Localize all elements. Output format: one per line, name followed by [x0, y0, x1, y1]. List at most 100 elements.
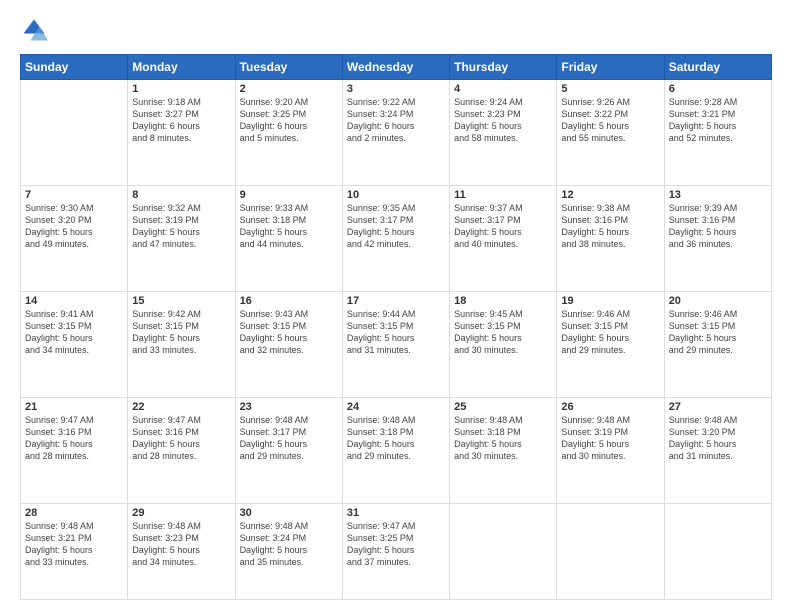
- day-number: 12: [561, 189, 659, 201]
- logo-icon: [20, 16, 48, 44]
- day-number: 7: [25, 189, 123, 201]
- calendar-cell: 1Sunrise: 9:18 AM Sunset: 3:27 PM Daylig…: [128, 80, 235, 186]
- day-number: 29: [132, 507, 230, 519]
- calendar-week-row: 14Sunrise: 9:41 AM Sunset: 3:15 PM Dayli…: [21, 291, 772, 397]
- day-number: 22: [132, 401, 230, 413]
- calendar-week-row: 21Sunrise: 9:47 AM Sunset: 3:16 PM Dayli…: [21, 397, 772, 503]
- day-number: 30: [240, 507, 338, 519]
- calendar-cell: 24Sunrise: 9:48 AM Sunset: 3:18 PM Dayli…: [342, 397, 449, 503]
- day-info: Sunrise: 9:30 AM Sunset: 3:20 PM Dayligh…: [25, 202, 123, 251]
- calendar-cell: 9Sunrise: 9:33 AM Sunset: 3:18 PM Daylig…: [235, 185, 342, 291]
- calendar-week-row: 1Sunrise: 9:18 AM Sunset: 3:27 PM Daylig…: [21, 80, 772, 186]
- calendar-cell: 17Sunrise: 9:44 AM Sunset: 3:15 PM Dayli…: [342, 291, 449, 397]
- day-number: 17: [347, 295, 445, 307]
- day-number: 26: [561, 401, 659, 413]
- weekday-header: Monday: [128, 55, 235, 80]
- day-info: Sunrise: 9:35 AM Sunset: 3:17 PM Dayligh…: [347, 202, 445, 251]
- day-number: 28: [25, 507, 123, 519]
- day-info: Sunrise: 9:20 AM Sunset: 3:25 PM Dayligh…: [240, 96, 338, 145]
- day-number: 11: [454, 189, 552, 201]
- day-info: Sunrise: 9:42 AM Sunset: 3:15 PM Dayligh…: [132, 308, 230, 357]
- day-info: Sunrise: 9:48 AM Sunset: 3:23 PM Dayligh…: [132, 520, 230, 569]
- day-number: 23: [240, 401, 338, 413]
- day-info: Sunrise: 9:45 AM Sunset: 3:15 PM Dayligh…: [454, 308, 552, 357]
- calendar-cell: 30Sunrise: 9:48 AM Sunset: 3:24 PM Dayli…: [235, 503, 342, 599]
- day-info: Sunrise: 9:47 AM Sunset: 3:16 PM Dayligh…: [25, 414, 123, 463]
- day-info: Sunrise: 9:39 AM Sunset: 3:16 PM Dayligh…: [669, 202, 767, 251]
- day-info: Sunrise: 9:28 AM Sunset: 3:21 PM Dayligh…: [669, 96, 767, 145]
- day-info: Sunrise: 9:46 AM Sunset: 3:15 PM Dayligh…: [561, 308, 659, 357]
- calendar-cell: 18Sunrise: 9:45 AM Sunset: 3:15 PM Dayli…: [450, 291, 557, 397]
- day-number: 21: [25, 401, 123, 413]
- calendar-cell: 13Sunrise: 9:39 AM Sunset: 3:16 PM Dayli…: [664, 185, 771, 291]
- day-number: 15: [132, 295, 230, 307]
- day-number: 18: [454, 295, 552, 307]
- logo: [20, 16, 52, 44]
- day-number: 9: [240, 189, 338, 201]
- calendar-cell: 14Sunrise: 9:41 AM Sunset: 3:15 PM Dayli…: [21, 291, 128, 397]
- day-info: Sunrise: 9:18 AM Sunset: 3:27 PM Dayligh…: [132, 96, 230, 145]
- day-number: 1: [132, 83, 230, 95]
- day-info: Sunrise: 9:47 AM Sunset: 3:25 PM Dayligh…: [347, 520, 445, 569]
- day-number: 4: [454, 83, 552, 95]
- day-number: 27: [669, 401, 767, 413]
- day-number: 20: [669, 295, 767, 307]
- calendar-cell: 3Sunrise: 9:22 AM Sunset: 3:24 PM Daylig…: [342, 80, 449, 186]
- day-number: 19: [561, 295, 659, 307]
- calendar-cell: [664, 503, 771, 599]
- day-info: Sunrise: 9:33 AM Sunset: 3:18 PM Dayligh…: [240, 202, 338, 251]
- page: SundayMondayTuesdayWednesdayThursdayFrid…: [0, 0, 792, 612]
- day-info: Sunrise: 9:47 AM Sunset: 3:16 PM Dayligh…: [132, 414, 230, 463]
- calendar-table: SundayMondayTuesdayWednesdayThursdayFrid…: [20, 54, 772, 600]
- day-info: Sunrise: 9:32 AM Sunset: 3:19 PM Dayligh…: [132, 202, 230, 251]
- calendar-cell: 31Sunrise: 9:47 AM Sunset: 3:25 PM Dayli…: [342, 503, 449, 599]
- day-info: Sunrise: 9:48 AM Sunset: 3:19 PM Dayligh…: [561, 414, 659, 463]
- weekday-header: Saturday: [664, 55, 771, 80]
- day-info: Sunrise: 9:48 AM Sunset: 3:24 PM Dayligh…: [240, 520, 338, 569]
- calendar-cell: 22Sunrise: 9:47 AM Sunset: 3:16 PM Dayli…: [128, 397, 235, 503]
- day-info: Sunrise: 9:48 AM Sunset: 3:20 PM Dayligh…: [669, 414, 767, 463]
- day-number: 2: [240, 83, 338, 95]
- calendar-cell: 6Sunrise: 9:28 AM Sunset: 3:21 PM Daylig…: [664, 80, 771, 186]
- day-number: 31: [347, 507, 445, 519]
- calendar-cell: 11Sunrise: 9:37 AM Sunset: 3:17 PM Dayli…: [450, 185, 557, 291]
- day-number: 5: [561, 83, 659, 95]
- calendar-week-row: 7Sunrise: 9:30 AM Sunset: 3:20 PM Daylig…: [21, 185, 772, 291]
- day-number: 8: [132, 189, 230, 201]
- weekday-header: Wednesday: [342, 55, 449, 80]
- header: [20, 16, 772, 44]
- day-number: 10: [347, 189, 445, 201]
- weekday-header: Friday: [557, 55, 664, 80]
- calendar-cell: 12Sunrise: 9:38 AM Sunset: 3:16 PM Dayli…: [557, 185, 664, 291]
- day-info: Sunrise: 9:24 AM Sunset: 3:23 PM Dayligh…: [454, 96, 552, 145]
- calendar-cell: 4Sunrise: 9:24 AM Sunset: 3:23 PM Daylig…: [450, 80, 557, 186]
- day-info: Sunrise: 9:48 AM Sunset: 3:17 PM Dayligh…: [240, 414, 338, 463]
- calendar-cell: 5Sunrise: 9:26 AM Sunset: 3:22 PM Daylig…: [557, 80, 664, 186]
- day-info: Sunrise: 9:44 AM Sunset: 3:15 PM Dayligh…: [347, 308, 445, 357]
- day-number: 25: [454, 401, 552, 413]
- day-number: 6: [669, 83, 767, 95]
- calendar-cell: 15Sunrise: 9:42 AM Sunset: 3:15 PM Dayli…: [128, 291, 235, 397]
- calendar-cell: 29Sunrise: 9:48 AM Sunset: 3:23 PM Dayli…: [128, 503, 235, 599]
- day-number: 13: [669, 189, 767, 201]
- calendar-cell: 25Sunrise: 9:48 AM Sunset: 3:18 PM Dayli…: [450, 397, 557, 503]
- day-info: Sunrise: 9:37 AM Sunset: 3:17 PM Dayligh…: [454, 202, 552, 251]
- day-info: Sunrise: 9:41 AM Sunset: 3:15 PM Dayligh…: [25, 308, 123, 357]
- calendar-cell: 19Sunrise: 9:46 AM Sunset: 3:15 PM Dayli…: [557, 291, 664, 397]
- day-number: 3: [347, 83, 445, 95]
- calendar-cell: 20Sunrise: 9:46 AM Sunset: 3:15 PM Dayli…: [664, 291, 771, 397]
- weekday-header: Thursday: [450, 55, 557, 80]
- calendar-cell: 27Sunrise: 9:48 AM Sunset: 3:20 PM Dayli…: [664, 397, 771, 503]
- day-info: Sunrise: 9:22 AM Sunset: 3:24 PM Dayligh…: [347, 96, 445, 145]
- calendar-cell: [450, 503, 557, 599]
- day-info: Sunrise: 9:46 AM Sunset: 3:15 PM Dayligh…: [669, 308, 767, 357]
- calendar-cell: 23Sunrise: 9:48 AM Sunset: 3:17 PM Dayli…: [235, 397, 342, 503]
- calendar-cell: 2Sunrise: 9:20 AM Sunset: 3:25 PM Daylig…: [235, 80, 342, 186]
- day-info: Sunrise: 9:48 AM Sunset: 3:18 PM Dayligh…: [347, 414, 445, 463]
- calendar-cell: 28Sunrise: 9:48 AM Sunset: 3:21 PM Dayli…: [21, 503, 128, 599]
- day-info: Sunrise: 9:26 AM Sunset: 3:22 PM Dayligh…: [561, 96, 659, 145]
- day-info: Sunrise: 9:38 AM Sunset: 3:16 PM Dayligh…: [561, 202, 659, 251]
- calendar-cell: [557, 503, 664, 599]
- calendar-cell: 26Sunrise: 9:48 AM Sunset: 3:19 PM Dayli…: [557, 397, 664, 503]
- calendar-cell: 21Sunrise: 9:47 AM Sunset: 3:16 PM Dayli…: [21, 397, 128, 503]
